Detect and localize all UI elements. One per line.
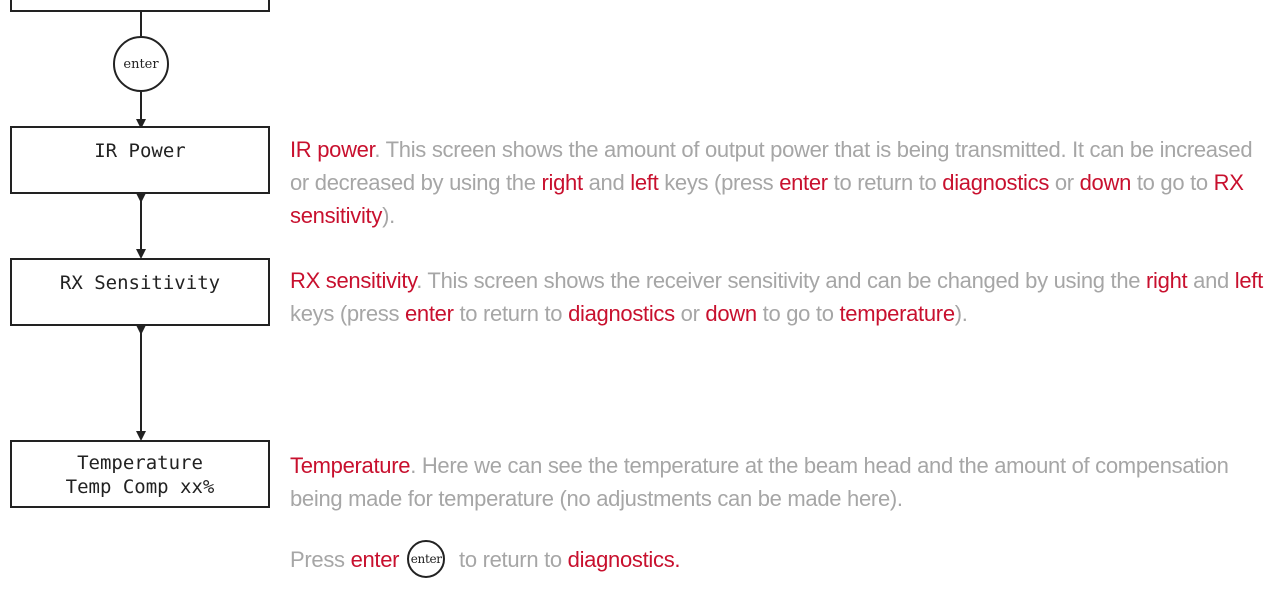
rx-right-key: right <box>1146 268 1188 293</box>
enter-key-icon: enter <box>113 36 169 92</box>
rx-text-2: and <box>1187 268 1235 293</box>
rx-text-4: to return to <box>453 301 569 326</box>
press-enter-instruction: Press enter enter to return to diagnostic… <box>290 540 1265 578</box>
ir-power-box-label: IR Power <box>94 140 186 162</box>
rx-text-3: keys (press <box>290 301 405 326</box>
temperature-box: Temperature Temp Comp xx% <box>10 440 270 508</box>
temperature-box-line1: Temperature <box>77 452 203 474</box>
rx-text-7: ). <box>954 301 968 326</box>
temp-text-1: . Here we can see the temperature at the… <box>290 453 1229 511</box>
temperature-title: Temperature <box>290 453 411 478</box>
rx-left-key: left <box>1234 268 1263 293</box>
rx-down-key: down <box>705 301 757 326</box>
ir-text-6: to go to <box>1131 170 1214 195</box>
enter-key-inline-label: enter <box>410 551 442 566</box>
rx-diagnostics: diagnostics <box>568 301 675 326</box>
previous-screen-box <box>10 0 270 12</box>
rx-sensitivity-title: RX sensitivity <box>290 268 417 293</box>
ir-text-4: to return to <box>827 170 943 195</box>
ir-power-box: IR Power <box>10 126 270 194</box>
flow-diagram: enter IR Power RX Sensitivity Temperatur… <box>0 0 1277 596</box>
rx-text-1: . This screen shows the receiver sensiti… <box>416 268 1147 293</box>
rx-enter-key: enter <box>404 301 454 326</box>
ir-down-key: down <box>1079 170 1132 195</box>
rx-text-6: to go to <box>756 301 840 326</box>
rx-sensitivity-box-label: RX Sensitivity <box>59 272 221 294</box>
rx-sensitivity-description: RX sensitivity. This screen shows the re… <box>290 264 1265 330</box>
ir-right-key: right <box>541 170 583 195</box>
temperature-description: Temperature. Here we can see the tempera… <box>290 449 1265 515</box>
rx-next-screen: temperature <box>839 301 955 326</box>
ir-power-description: IR power. This screen shows the amount o… <box>290 133 1265 232</box>
rx-sensitivity-box: RX Sensitivity <box>10 258 270 326</box>
ir-enter-key: enter <box>779 170 828 195</box>
ir-text-7: ). <box>382 203 395 228</box>
ir-power-title: IR power <box>290 137 375 162</box>
ir-diagnostics: diagnostics <box>942 170 1050 195</box>
ir-text-2: and <box>582 170 631 195</box>
ir-text-5: or <box>1049 170 1080 195</box>
temperature-box-line2: Temp Comp xx% <box>65 476 215 498</box>
enter-key-icon-inline: enter <box>407 540 446 578</box>
press-text-1: Press <box>290 546 351 572</box>
press-text-2: to return to <box>453 546 568 572</box>
press-diagnostics: diagnostics. <box>567 546 681 572</box>
press-enter-word: enter <box>350 546 400 572</box>
rx-text-5: or <box>674 301 706 326</box>
ir-left-key: left <box>630 170 659 195</box>
enter-key-label: enter <box>123 56 159 72</box>
ir-text-3: keys (press <box>658 170 780 195</box>
